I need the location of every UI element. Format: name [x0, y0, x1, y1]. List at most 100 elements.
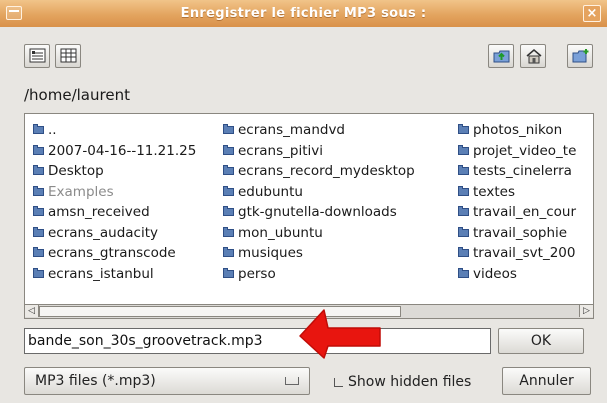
list-view-button[interactable] — [24, 44, 50, 68]
folder-icon — [458, 247, 469, 257]
folder-icon — [458, 206, 469, 216]
folder-icon — [223, 124, 234, 134]
file-column-1: .. 2007-04-16--11.21.25 Desktop Examples ams… — [33, 120, 196, 284]
dropdown-indicator-icon — [285, 377, 299, 385]
file-list-item[interactable]: Examples — [33, 182, 196, 203]
file-list-item[interactable]: ecrans_audacity — [33, 223, 196, 244]
file-list-item-label: ecrans_pitivi — [238, 142, 323, 159]
file-list-item-label: ecrans_record_mydesktop — [238, 163, 415, 179]
close-icon[interactable]: × — [583, 5, 601, 22]
folder-icon — [33, 144, 44, 155]
file-list-item[interactable]: ecrans_istanbul — [33, 264, 196, 285]
file-list-item-label: tests_cinelerra — [473, 163, 572, 179]
detail-view-icon — [60, 48, 77, 63]
file-list-item-label: ecrans_istanbul — [48, 265, 154, 282]
save-file-dialog: Enregistrer le fichier MP3 sous : × /hom… — [0, 0, 607, 403]
file-list-item-label: videos — [473, 265, 517, 282]
file-list-item-label: travail_en_cour — [473, 204, 577, 220]
detail-view-button[interactable] — [55, 44, 81, 68]
show-hidden-files-label: Show hidden files — [348, 374, 472, 390]
file-list-item-label: mon_ubuntu — [238, 224, 323, 241]
folder-icon — [223, 144, 234, 155]
file-list-item-label: photos_nikon — [473, 122, 563, 138]
folder-icon — [33, 165, 44, 175]
file-list-item-label: Examples — [48, 183, 114, 200]
file-list-item[interactable]: Desktop — [33, 161, 196, 182]
list-view-icon — [29, 48, 46, 63]
file-list-item[interactable]: gtk-gnutella-downloads — [223, 202, 415, 223]
file-list-item-label: ecrans_audacity — [48, 224, 159, 241]
filename-input[interactable] — [24, 328, 491, 354]
file-column-3: photos_nikon projet_video_te tests_cineler… — [458, 120, 576, 284]
file-list[interactable]: .. 2007-04-16--11.21.25 Desktop Examples ams… — [24, 113, 594, 319]
file-list-item[interactable]: projet_video_te — [458, 141, 576, 162]
folder-icon — [223, 165, 234, 175]
file-list-item[interactable]: videos — [458, 264, 576, 285]
new-folder-icon — [572, 49, 589, 63]
show-hidden-files-checkbox[interactable]: Show hidden files — [334, 372, 471, 392]
file-list-item-label: Desktop — [48, 163, 104, 179]
file-list-item-label: projet_video_te — [473, 142, 577, 159]
folder-icon — [458, 267, 469, 278]
file-list-item-label: musiques — [238, 245, 303, 261]
folder-icon — [33, 247, 44, 257]
file-list-item[interactable]: ecrans_mandvd — [223, 120, 415, 141]
file-list-item-label: textes — [473, 183, 515, 200]
checkbox-icon[interactable] — [334, 378, 343, 387]
folder-icon — [33, 124, 44, 134]
file-list-item[interactable]: perso — [223, 264, 415, 285]
file-list-item-label: .. — [48, 122, 57, 138]
file-list-item[interactable]: ecrans_pitivi — [223, 141, 415, 162]
file-list-item-label: ecrans_mandvd — [238, 122, 345, 138]
file-list-item[interactable]: travail_svt_200 — [458, 243, 576, 264]
ok-button[interactable]: OK — [498, 328, 584, 354]
file-list-item[interactable]: travail_en_cour — [458, 202, 576, 223]
file-column-2: ecrans_mandvd ecrans_pitivi ecrans_record_… — [223, 120, 415, 284]
folder-icon — [33, 185, 44, 196]
file-list-item-label: 2007-04-16--11.21.25 — [48, 142, 197, 159]
file-list-item-label: perso — [238, 265, 276, 282]
file-list-item[interactable]: musiques — [223, 243, 415, 264]
window-menu-icon[interactable] — [6, 6, 22, 20]
folder-icon — [223, 267, 234, 278]
parent-folder-button[interactable] — [488, 44, 514, 68]
folder-icon — [458, 124, 469, 134]
scroll-left-icon[interactable]: ◁ — [25, 305, 39, 317]
folder-icon — [33, 267, 44, 278]
file-list-item-label: amsn_received — [48, 204, 150, 220]
file-list-item[interactable]: photos_nikon — [458, 120, 576, 141]
cancel-button[interactable]: Annuler — [502, 367, 591, 395]
folder-icon — [223, 206, 234, 216]
file-list-item[interactable]: mon_ubuntu — [223, 223, 415, 244]
new-folder-button[interactable] — [567, 44, 593, 68]
red-arrow-icon — [299, 309, 381, 359]
file-list-item-label: edubuntu — [238, 183, 303, 200]
folder-icon — [223, 226, 234, 237]
file-list-item[interactable]: .. — [33, 120, 196, 141]
file-type-filter[interactable]: MP3 files (*.mp3) — [24, 367, 310, 395]
file-type-filter-value: MP3 files (*.mp3) — [35, 373, 156, 389]
file-list-item[interactable]: textes — [458, 182, 576, 203]
file-list-item[interactable]: ecrans_gtranscode — [33, 243, 196, 264]
window-title: Enregistrer le fichier MP3 sous : — [180, 6, 427, 21]
folder-icon — [458, 185, 469, 196]
home-folder-icon — [526, 49, 542, 64]
folder-icon — [458, 165, 469, 175]
home-folder-button[interactable] — [520, 44, 546, 68]
file-list-item[interactable]: tests_cinelerra — [458, 161, 576, 182]
file-list-item[interactable]: amsn_received — [33, 202, 196, 223]
file-list-item-label: travail_sophie — [473, 224, 568, 241]
file-list-item-label: travail_svt_200 — [473, 245, 576, 261]
file-list-item-label: gtk-gnutella-downloads — [238, 204, 397, 220]
folder-icon — [223, 185, 234, 196]
file-list-item-label: ecrans_gtranscode — [48, 245, 176, 261]
current-path: /home/laurent — [24, 86, 130, 104]
title-bar[interactable]: Enregistrer le fichier MP3 sous : × — [0, 0, 607, 27]
parent-folder-icon — [493, 50, 510, 63]
file-list-item[interactable]: edubuntu — [223, 182, 415, 203]
scroll-right-icon[interactable]: ▷ — [579, 305, 593, 317]
file-list-item[interactable]: 2007-04-16--11.21.25 — [33, 141, 196, 162]
file-list-item[interactable]: travail_sophie — [458, 223, 576, 244]
file-list-item[interactable]: ecrans_record_mydesktop — [223, 161, 415, 182]
folder-icon — [458, 144, 469, 155]
